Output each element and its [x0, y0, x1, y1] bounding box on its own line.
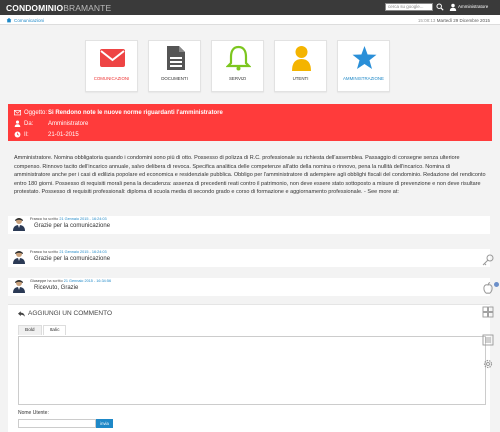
- current-datetime: 15:08:13 Martedì 29 Dicembre 2015: [417, 17, 490, 23]
- comment-text: Grazie per la comunicazione: [34, 223, 111, 229]
- tile-label: UTENTI: [292, 76, 309, 81]
- avatar: [13, 251, 25, 264]
- document-icon: [167, 46, 185, 70]
- subject-value: Si Rendono note le nuove norme riguardan…: [48, 109, 223, 116]
- comment-item: Franco ha scritto 21 Gennaio 2015 - 16:2…: [8, 249, 490, 267]
- tile-amministrazione[interactable]: AMMINISTRAZIONE: [337, 40, 390, 92]
- username-label: Nome Utente:: [18, 410, 49, 416]
- tile-label: SERVIZI: [229, 76, 246, 81]
- avatar: [13, 218, 25, 231]
- subject-row: Oggetto: Si Rendono note le nuove norme …: [14, 109, 223, 116]
- scroll-indicator[interactable]: [494, 282, 499, 287]
- user-icon: [292, 46, 311, 71]
- user-avatar-icon[interactable]: [449, 3, 457, 11]
- date-row: Il: 21-01-2015: [14, 131, 79, 138]
- list-icon[interactable]: [482, 334, 494, 346]
- app-logo[interactable]: CONDOMINIOBRAMANTE: [6, 3, 111, 13]
- key-icon[interactable]: [482, 254, 494, 266]
- comment-meta: Franco ha scritto 21 Gennaio 2015 - 16:2…: [30, 217, 107, 221]
- username-input[interactable]: [18, 419, 96, 428]
- date-value: 21-01-2015: [48, 131, 79, 138]
- date-key: Il:: [24, 131, 29, 138]
- bell-icon: [226, 45, 251, 71]
- sender-row: Da: Amministratore: [14, 120, 88, 127]
- breadcrumb-label[interactable]: Comunicazioni: [14, 18, 44, 23]
- comment-textarea[interactable]: [18, 336, 486, 405]
- search-icon[interactable]: [436, 3, 444, 11]
- search-input[interactable]: cerca su google...: [385, 3, 433, 11]
- subject-key: Oggetto:: [24, 109, 48, 116]
- comment-text: Ricevuto, Grazie: [34, 285, 79, 291]
- module-tiles: COMUNICAZIONI DOCUMENTI SERVIZI UTENTI A…: [85, 40, 390, 92]
- windows-icon[interactable]: [482, 306, 494, 318]
- user-icon: [14, 120, 21, 127]
- sender-value: Amministratore: [48, 120, 89, 127]
- star-icon: [352, 46, 377, 69]
- avatar: [13, 280, 25, 293]
- tile-label: COMUNICAZIONI: [93, 76, 130, 81]
- sender-key: Da:: [24, 120, 34, 127]
- home-icon[interactable]: [6, 17, 12, 23]
- user-name[interactable]: Amministratore: [458, 4, 488, 9]
- comment-form: AGGIUNGI UN COMMENTO Bold Italic Nome Ut…: [8, 304, 490, 432]
- italic-button[interactable]: Italic: [42, 325, 67, 335]
- clock-icon: [14, 131, 21, 138]
- comment-item: Giuseppe ha scritto 21 Gennaio 2015 - 16…: [8, 278, 490, 296]
- envelope-icon: [14, 110, 21, 116]
- tile-label: DOCUMENTI: [161, 76, 188, 81]
- tile-comunicazioni[interactable]: COMUNICAZIONI: [85, 40, 138, 92]
- message-body: Amministratore. Nomina obbligatoria quan…: [14, 155, 486, 195]
- envelope-icon: [100, 49, 125, 67]
- comment-meta: Giuseppe ha scritto 21 Gennaio 2015 - 16…: [30, 279, 112, 283]
- apple-icon[interactable]: [482, 282, 494, 294]
- tile-label: AMMINISTRAZIONE: [343, 76, 384, 81]
- tile-utenti[interactable]: UTENTI: [274, 40, 327, 92]
- breadcrumb[interactable]: Comunicazioni: [6, 17, 44, 23]
- submit-button[interactable]: invia: [96, 419, 113, 428]
- bold-button[interactable]: Bold: [18, 325, 42, 335]
- tile-documenti[interactable]: DOCUMENTI: [148, 40, 201, 92]
- tile-servizi[interactable]: SERVIZI: [211, 40, 264, 92]
- comment-form-title: AGGIUNGI UN COMMENTO: [18, 310, 112, 317]
- comment-meta: Franco ha scritto 21 Gennaio 2015 - 16:2…: [30, 250, 107, 254]
- editor-toolbar: Bold Italic: [18, 325, 67, 335]
- comment-item: Franco ha scritto 21 Gennaio 2015 - 16:2…: [8, 216, 490, 234]
- comment-text: Grazie per la comunicazione: [34, 256, 111, 262]
- gear-icon[interactable]: [482, 358, 494, 370]
- breadcrumb-bar: Comunicazioni 15:08:13 Martedì 29 Dicemb…: [0, 15, 500, 25]
- reply-icon: [18, 310, 25, 317]
- message-header: Oggetto: Si Rendono note le nuove norme …: [8, 104, 492, 141]
